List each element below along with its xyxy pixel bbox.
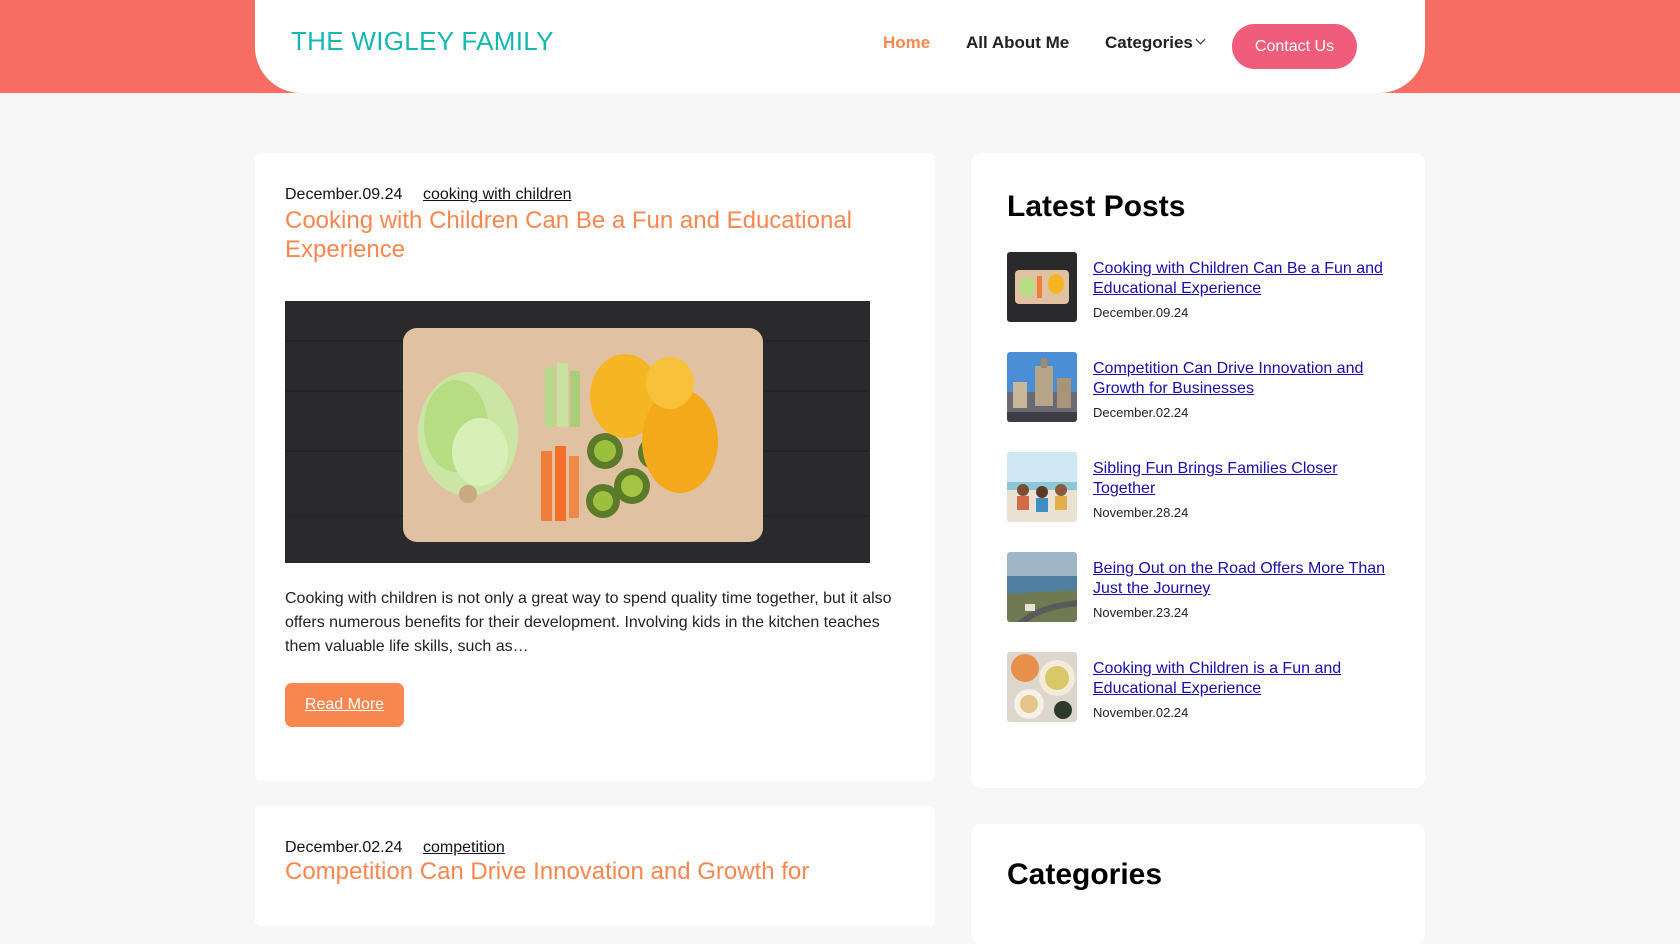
post-featured-image[interactable] [285,301,870,563]
latest-post-date: December.09.24 [1093,305,1189,320]
latest-post-item: Being Out on the Road Offers More Than J… [1007,552,1397,622]
latest-post-item: Sibling Fun Brings Families Closer Toget… [1007,452,1397,522]
latest-posts-heading: Latest Posts [1007,190,1186,223]
latest-post-item: Cooking with Children Can Be a Fun and E… [1007,252,1397,322]
latest-post-link[interactable]: Competition Can Drive Innovation and Gro… [1093,359,1393,399]
latest-post-thumbnail[interactable] [1007,252,1077,322]
latest-post-link[interactable]: Being Out on the Road Offers More Than J… [1093,559,1393,599]
latest-post-date: December.02.24 [1093,405,1189,420]
coastal-road-thumb-image [1007,552,1077,622]
post-date: December.09.24 [285,186,403,203]
post-title-link[interactable]: Competition Can Drive Innovation and Gro… [285,858,809,886]
latest-post-thumbnail[interactable] [1007,352,1077,422]
latest-post-item: Competition Can Drive Innovation and Gro… [1007,352,1397,422]
latest-post-date: November.28.24 [1093,505,1189,520]
beach-kids-thumb-image [1007,452,1077,522]
read-more-button[interactable]: Read More [285,683,404,727]
contact-us-button[interactable]: Contact Us [1232,24,1357,69]
city-building-thumb-image [1007,352,1077,422]
cutting-board-image [285,301,870,563]
latest-post-thumbnail[interactable] [1007,652,1077,722]
latest-post-thumbnail[interactable] [1007,552,1077,622]
nav-categories-link[interactable]: Categories [1105,33,1193,53]
latest-post-link[interactable]: Sibling Fun Brings Families Closer Toget… [1093,459,1393,499]
post-category-link[interactable]: cooking with children [423,186,572,204]
post-category-link[interactable]: competition [423,839,505,857]
nav-home-link[interactable]: Home [883,33,930,53]
post-date: December.02.24 [285,839,403,856]
latest-post-item: Cooking with Children is a Fun and Educa… [1007,652,1397,722]
post-excerpt: Cooking with children is not only a grea… [285,590,892,655]
latest-post-date: November.23.24 [1093,605,1189,620]
latest-post-date: November.02.24 [1093,705,1189,720]
latest-post-link[interactable]: Cooking with Children Can Be a Fun and E… [1093,259,1393,299]
nav-about-link[interactable]: All About Me [966,33,1069,53]
categories-heading: Categories [1007,858,1163,891]
site-title-link[interactable]: THE WIGLEY FAMILY [291,26,554,57]
food-bowls-thumb-image [1007,652,1077,722]
latest-post-link[interactable]: Cooking with Children is a Fun and Educa… [1093,659,1393,699]
latest-post-thumbnail[interactable] [1007,452,1077,522]
post-title-link[interactable]: Cooking with Children Can Be a Fun and E… [285,206,885,264]
cutting-board-thumb-image [1007,252,1077,322]
